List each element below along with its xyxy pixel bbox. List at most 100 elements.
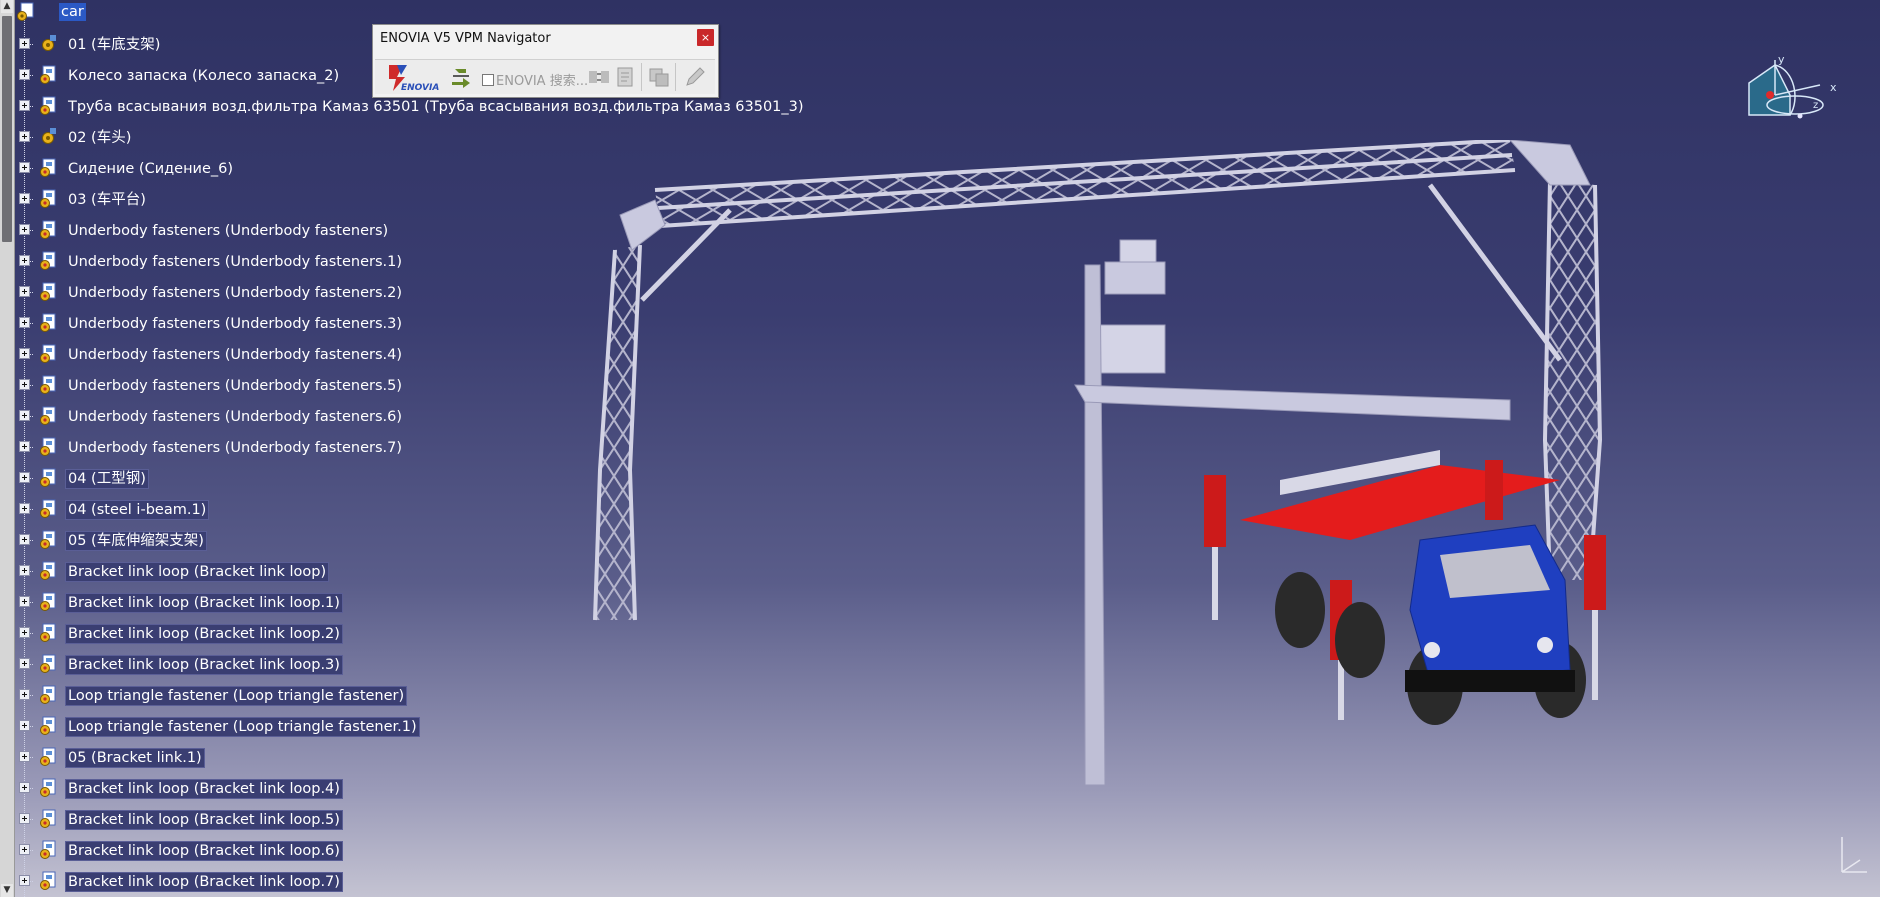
gantry-left-tower — [593, 199, 732, 621]
tree-node-label[interactable]: Underbody fasteners (Underbody fasteners… — [66, 253, 404, 271]
compass-icon[interactable]: y x z — [1735, 55, 1845, 155]
tree-node-label[interactable]: 04 (steel i-beam.1) — [64, 500, 210, 520]
part-icon — [40, 871, 56, 890]
tree-node-label[interactable]: 02 (车头) — [66, 129, 133, 147]
product-root-icon — [17, 2, 34, 21]
expand-plus-icon[interactable] — [19, 441, 30, 452]
expand-plus-icon[interactable] — [19, 224, 30, 235]
search-checkbox[interactable] — [482, 74, 494, 86]
expand-plus-icon[interactable] — [19, 193, 30, 204]
expand-plus-icon[interactable] — [19, 38, 30, 49]
edit-pencil-icon[interactable] — [683, 65, 707, 89]
part-icon — [40, 189, 56, 208]
expand-plus-icon[interactable] — [19, 751, 30, 762]
tree-node[interactable]: Bracket link loop (Bracket link loop.7) — [14, 869, 774, 895]
enovia-logo-icon[interactable]: ENOVIA — [383, 61, 441, 93]
tree-node-label[interactable]: Bracket link loop (Bracket link loop.5) — [65, 810, 343, 830]
tree-node-label[interactable]: 03 (车平台) — [66, 191, 148, 209]
part-icon — [40, 313, 56, 332]
expand-plus-icon[interactable] — [19, 503, 30, 514]
compass-z-label: z — [1813, 100, 1818, 111]
expand-plus-icon[interactable] — [19, 379, 30, 390]
navigator-toolbar: ENOVIA ENOVIA 搜索... — [375, 59, 715, 94]
enovia-navigator-window[interactable]: ENOVIA V5 VPM Navigator × ENOVIA ENOVIA … — [372, 24, 719, 98]
copy-icon[interactable] — [647, 65, 671, 89]
expand-plus-icon[interactable] — [19, 131, 30, 142]
part-icon — [40, 344, 56, 363]
tree-scrollbar[interactable]: ▲ ▼ — [0, 0, 15, 897]
expand-plus-icon[interactable] — [19, 317, 30, 328]
arrow-refresh-icon[interactable] — [449, 65, 473, 89]
expand-plus-icon[interactable] — [19, 255, 30, 266]
expand-plus-icon[interactable] — [19, 162, 30, 173]
part-icon — [40, 685, 56, 704]
tree-node-label[interactable]: Bracket link loop (Bracket link loop.4) — [65, 779, 343, 799]
expand-plus-icon[interactable] — [19, 627, 30, 638]
expand-plus-icon[interactable] — [19, 782, 30, 793]
gantry-right-tower — [1427, 140, 1603, 581]
expand-plus-icon[interactable] — [19, 813, 30, 824]
enovia-logo-text: ENOVIA — [401, 83, 439, 93]
tree-node-label[interactable]: Underbody fasteners (Underbody fasteners… — [66, 284, 404, 302]
expand-plus-icon[interactable] — [19, 286, 30, 297]
exchange-icon[interactable] — [587, 65, 611, 89]
tree-node-label[interactable]: 05 (车底伸缩架支架) — [65, 531, 207, 551]
tree-node-label[interactable]: 04 (工型钢) — [65, 469, 149, 489]
enovia-search-label[interactable]: ENOVIA 搜索... — [496, 70, 588, 89]
tree-node-label[interactable]: Loop triangle fastener (Loop triangle fa… — [65, 717, 420, 737]
compass-y-label: y — [1778, 55, 1785, 66]
tree-node-label[interactable]: Bracket link loop (Bracket link loop.1) — [65, 593, 343, 613]
expand-plus-icon[interactable] — [19, 596, 30, 607]
part-icon — [40, 406, 56, 425]
part-icon — [40, 778, 56, 797]
expand-plus-icon[interactable] — [19, 658, 30, 669]
tree-node-label[interactable]: Труба всасывания возд.фильтра Камаз 6350… — [66, 98, 806, 116]
part-icon — [40, 282, 56, 301]
tree-node-label[interactable]: Bracket link loop (Bracket link loop.7) — [65, 872, 343, 892]
tree-node-label[interactable]: Bracket link loop (Bracket link loop.2) — [65, 624, 343, 644]
tree-node-label[interactable]: Underbody fasteners (Underbody fasteners… — [66, 377, 404, 395]
product-gear-icon — [42, 128, 56, 144]
tree-node[interactable]: Bracket link loop (Bracket link loop.6) — [14, 838, 774, 864]
tree-node-label[interactable]: 01 (车底支架) — [66, 36, 162, 54]
tree-node-label[interactable]: Сидение (Сидение_6) — [66, 160, 235, 178]
crane-boom — [1074, 384, 1511, 421]
tree-node-label[interactable]: Loop triangle fastener (Loop triangle fa… — [64, 686, 408, 706]
3d-viewport-model[interactable] — [560, 140, 1640, 790]
tree-node-label[interactable]: Колесо запаска (Колесо запаска_2) — [66, 67, 341, 85]
expand-plus-icon[interactable] — [19, 100, 30, 111]
tree-node-label[interactable]: Underbody fasteners (Underbody fasteners… — [66, 439, 404, 457]
part-icon — [40, 220, 56, 239]
tree-root-label[interactable]: car — [59, 3, 86, 21]
expand-plus-icon[interactable] — [19, 565, 30, 576]
part-icon — [40, 654, 56, 673]
tree-node-label[interactable]: 05 (Bracket link.1) — [65, 748, 205, 768]
expand-plus-icon[interactable] — [19, 720, 30, 731]
expand-plus-icon[interactable] — [19, 534, 30, 545]
scroll-up-arrow-icon[interactable]: ▲ — [1, 0, 13, 13]
tree-node-label[interactable]: Underbody fasteners (Underbody fasteners… — [66, 315, 404, 333]
expand-plus-icon[interactable] — [19, 348, 30, 359]
gantry-top-truss — [654, 140, 1516, 228]
scrollbar-thumb[interactable] — [2, 16, 12, 242]
expand-plus-icon[interactable] — [19, 69, 30, 80]
tree-node-label[interactable]: Underbody fasteners (Underbody fasteners… — [66, 346, 404, 364]
tree-node-label[interactable]: Bracket link loop (Bracket link loop) — [64, 562, 330, 582]
tree-node-label[interactable]: Bracket link loop (Bracket link loop.3) — [65, 655, 343, 675]
tree-node-label[interactable]: Underbody fasteners (Underbody fasteners… — [66, 222, 390, 240]
close-icon[interactable]: × — [697, 29, 714, 46]
tree-node[interactable]: Bracket link loop (Bracket link loop.5) — [14, 807, 774, 833]
part-icon — [40, 716, 56, 735]
expand-plus-icon[interactable] — [19, 844, 30, 855]
document-icon[interactable] — [613, 65, 637, 89]
part-icon — [40, 809, 56, 828]
expand-plus-icon[interactable] — [19, 410, 30, 421]
part-icon — [40, 592, 56, 611]
expand-plus-icon[interactable] — [19, 689, 30, 700]
tree-node-label[interactable]: Underbody fasteners (Underbody fasteners… — [66, 408, 404, 426]
part-icon — [40, 499, 56, 518]
tree-node-label[interactable]: Bracket link loop (Bracket link loop.6) — [65, 841, 343, 861]
expand-plus-icon[interactable] — [19, 472, 30, 483]
expand-plus-icon[interactable] — [19, 875, 30, 886]
scroll-down-arrow-icon[interactable]: ▼ — [1, 884, 13, 897]
